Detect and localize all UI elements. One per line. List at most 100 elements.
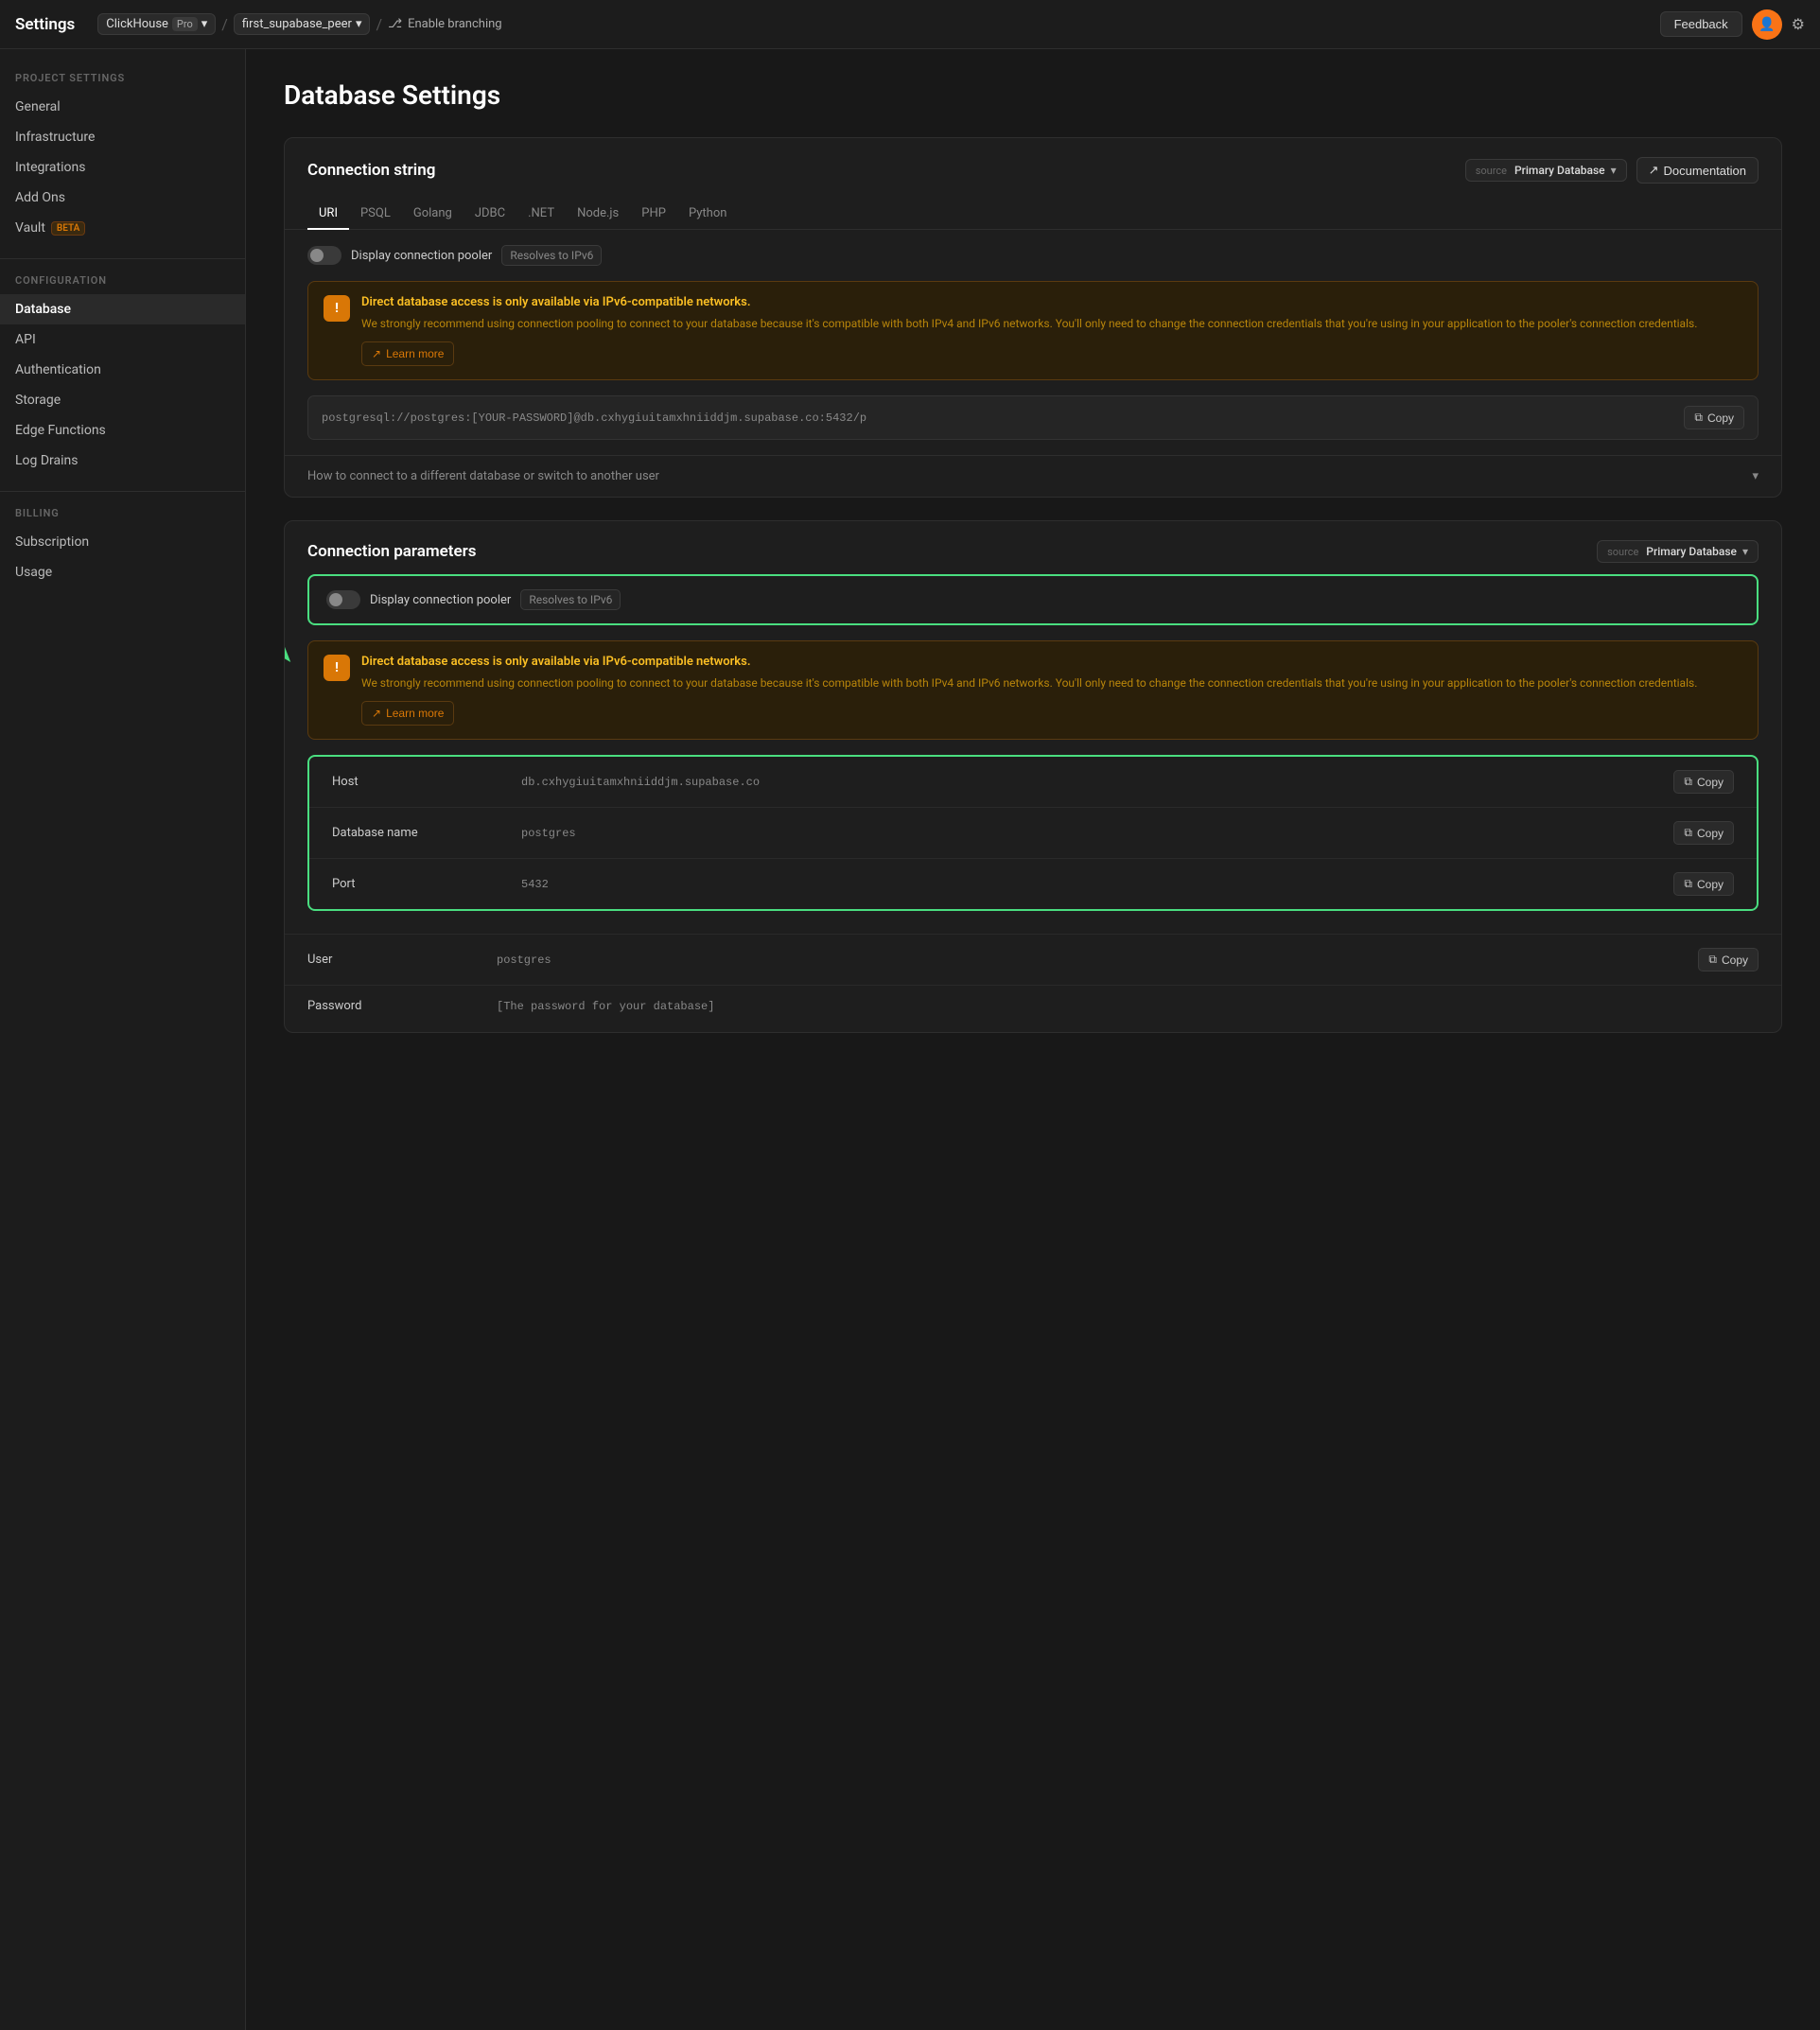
param-value-host: db.cxhygiuitamxhniiddjm.supabase.co: [521, 776, 1666, 789]
settings-icon[interactable]: ⚙: [1792, 15, 1805, 33]
param-actions-host: ⧉ Copy: [1666, 770, 1734, 794]
sidebar-item-label: API: [15, 332, 36, 347]
copy-icon: ⧉: [1708, 953, 1717, 967]
alert-warning-icon: !: [324, 295, 350, 322]
sidebar-item-storage[interactable]: Storage: [0, 385, 245, 415]
alert-content: Direct database access is only available…: [361, 295, 1742, 366]
tab-psql[interactable]: PSQL: [349, 199, 402, 230]
configuration-label: CONFIGURATION: [0, 274, 245, 294]
doc-label: Documentation: [1664, 164, 1746, 178]
connection-params-table: Host db.cxhygiuitamxhniiddjm.supabase.co…: [309, 757, 1757, 909]
display-pooler-toggle[interactable]: [307, 246, 341, 265]
param-value-password: [The password for your database]: [497, 1000, 1759, 1013]
param-value-port: 5432: [521, 878, 1666, 891]
page-title: Database Settings: [284, 79, 1782, 111]
copy-label: Copy: [1697, 878, 1724, 891]
copy-connection-string-button[interactable]: ⧉ Copy: [1684, 406, 1744, 429]
sidebar-item-general[interactable]: General: [0, 92, 245, 122]
enable-branching-button[interactable]: ⎇ Enable branching: [388, 17, 502, 31]
sidebar-item-log-drains[interactable]: Log Drains: [0, 446, 245, 476]
external-link-icon: ↗: [372, 707, 381, 720]
copy-icon: ⧉: [1694, 411, 1703, 425]
sidebar-item-database[interactable]: Database: [0, 294, 245, 324]
param-value-user: postgres: [497, 954, 1690, 967]
copy-port-button[interactable]: ⧉ Copy: [1673, 872, 1734, 896]
toggle-thumb: [310, 249, 324, 262]
params-display-pooler-toggle[interactable]: [326, 590, 360, 609]
tab-jdbc[interactable]: JDBC: [464, 199, 516, 230]
learn-more-button[interactable]: ↗ Learn more: [361, 341, 454, 366]
source-value: Primary Database: [1514, 164, 1605, 177]
sidebar-item-authentication[interactable]: Authentication: [0, 355, 245, 385]
app-layout: PROJECT SETTINGS General Infrastructure …: [0, 49, 1820, 2030]
sidebar-item-label: Usage: [15, 565, 52, 580]
copy-dbname-button[interactable]: ⧉ Copy: [1673, 821, 1734, 845]
ipv6-alert: ! Direct database access is only availab…: [307, 281, 1759, 380]
service-selector[interactable]: ClickHouse Pro ▾: [97, 13, 216, 35]
connection-string-card: Connection string source Primary Databas…: [284, 137, 1782, 498]
sidebar-item-label: Edge Functions: [15, 423, 106, 438]
param-label-dbname: Database name: [332, 826, 521, 840]
sidebar-item-infrastructure[interactable]: Infrastructure: [0, 122, 245, 152]
tab-golang[interactable]: Golang: [402, 199, 464, 230]
breadcrumb: ClickHouse Pro ▾ / first_supabase_peer ▾…: [97, 13, 501, 35]
service-name: ClickHouse: [106, 17, 168, 31]
sidebar-item-usage[interactable]: Usage: [0, 557, 245, 587]
tab-php[interactable]: PHP: [630, 199, 677, 230]
branch-icon: ⎇: [388, 17, 402, 31]
connection-params-card-header: Connection parameters source Primary Dat…: [285, 521, 1781, 563]
param-row-host: Host db.cxhygiuitamxhniiddjm.supabase.co…: [309, 757, 1757, 807]
project-selector[interactable]: first_supabase_peer ▾: [234, 13, 371, 35]
params-display-pooler-toggle-row: Display connection pooler Resolves to IP…: [311, 578, 1755, 621]
param-label-user: User: [307, 953, 497, 967]
sidebar-item-label: Storage: [15, 393, 61, 408]
tab-python[interactable]: Python: [677, 199, 738, 230]
sidebar-item-api[interactable]: API: [0, 324, 245, 355]
collapsible-label: How to connect to a different database o…: [307, 469, 659, 483]
branch-label: Enable branching: [408, 17, 502, 31]
sidebar-item-edge-functions[interactable]: Edge Functions: [0, 415, 245, 446]
params-learn-more-button[interactable]: ↗ Learn more: [361, 701, 454, 726]
param-row-port: Port 5432 ⧉ Copy: [309, 858, 1757, 909]
params-card-header-actions: source Primary Database ▾: [1597, 540, 1759, 563]
external-link-icon: ↗: [1649, 163, 1659, 178]
toggle-label: Display connection pooler: [351, 249, 492, 263]
avatar[interactable]: 👤: [1752, 9, 1782, 40]
documentation-button[interactable]: ↗ Documentation: [1636, 157, 1759, 184]
alert-title: Direct database access is only available…: [361, 295, 1742, 309]
sidebar-item-integrations[interactable]: Integrations: [0, 152, 245, 183]
tab-net[interactable]: .NET: [516, 199, 566, 230]
params-alert-title: Direct database access is only available…: [361, 655, 1742, 669]
copy-label: Copy: [1707, 411, 1734, 425]
copy-user-button[interactable]: ⧉ Copy: [1698, 948, 1759, 971]
breadcrumb-separator-2: /: [376, 15, 382, 33]
sidebar-item-vault[interactable]: Vault BETA: [0, 213, 245, 243]
copy-host-button[interactable]: ⧉ Copy: [1673, 770, 1734, 794]
sidebar-item-label: Vault: [15, 220, 45, 236]
params-alert-body: We strongly recommend using connection p…: [361, 674, 1742, 691]
param-label-password: Password: [307, 999, 497, 1013]
source-value: Primary Database: [1646, 545, 1737, 558]
sidebar-item-add-ons[interactable]: Add Ons: [0, 183, 245, 213]
source-chevron-icon: ▾: [1742, 545, 1748, 558]
tab-nodejs[interactable]: Node.js: [566, 199, 630, 230]
how-to-connect-collapsible[interactable]: How to connect to a different database o…: [285, 455, 1781, 497]
sidebar-item-label: Integrations: [15, 160, 85, 175]
copy-icon: ⧉: [1684, 877, 1692, 891]
resolves-badge: Resolves to IPv6: [501, 245, 602, 266]
sidebar-item-label: Log Drains: [15, 453, 79, 468]
copy-icon: ⧉: [1684, 826, 1692, 840]
sidebar-divider-2: [0, 491, 245, 492]
param-label-host: Host: [332, 775, 521, 789]
feedback-button[interactable]: Feedback: [1660, 11, 1742, 37]
sidebar-item-subscription[interactable]: Subscription: [0, 527, 245, 557]
params-source-selector[interactable]: source Primary Database ▾: [1597, 540, 1759, 563]
service-chevron-icon: ▾: [201, 17, 208, 31]
beta-badge: BETA: [51, 221, 85, 236]
tab-uri[interactable]: URI: [307, 199, 349, 230]
source-selector[interactable]: source Primary Database ▾: [1465, 159, 1627, 182]
billing-label: BILLING: [0, 507, 245, 527]
source-label: source: [1607, 546, 1638, 558]
source-label: source: [1476, 165, 1507, 177]
sidebar: PROJECT SETTINGS General Infrastructure …: [0, 49, 246, 2030]
